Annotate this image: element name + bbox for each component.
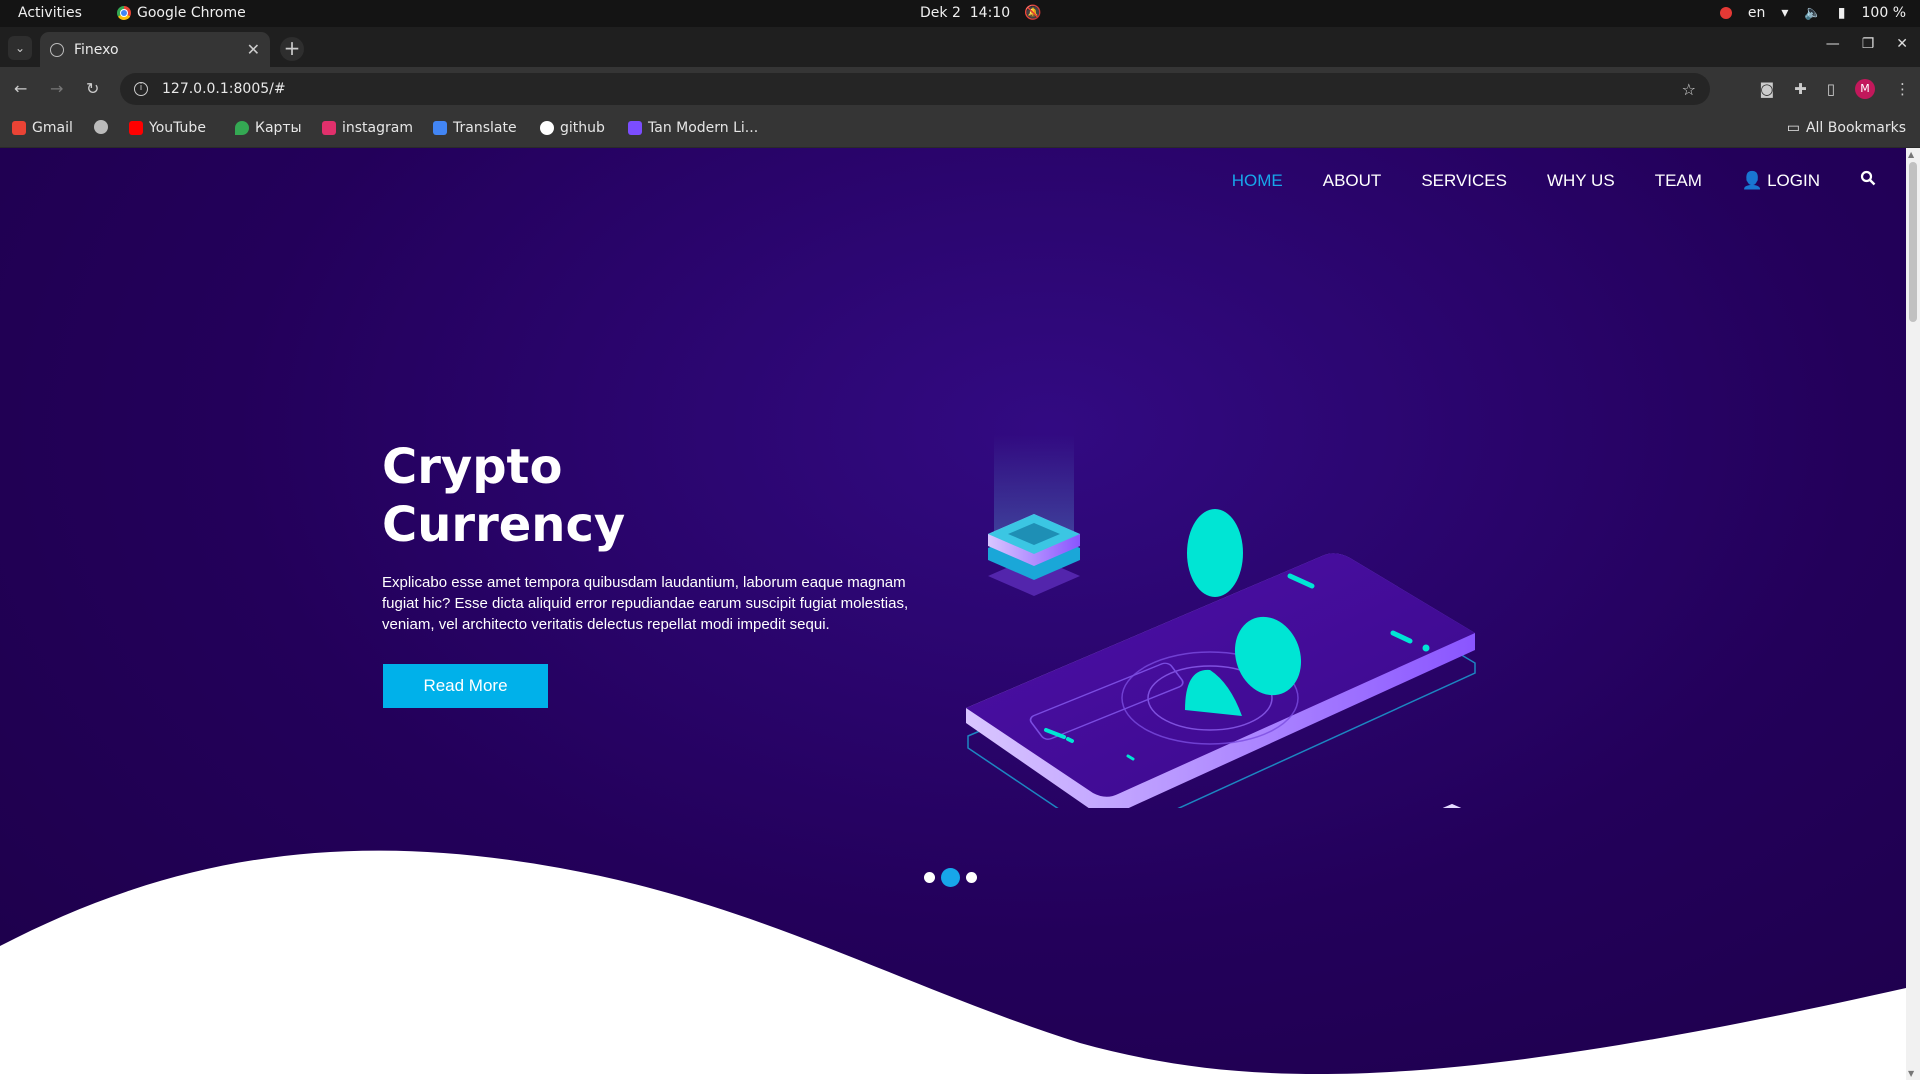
- close-window-icon[interactable]: ✕: [1896, 36, 1908, 52]
- user-icon: 👤: [1741, 170, 1764, 190]
- battery-icon: ▮: [1837, 5, 1846, 21]
- url-text[interactable]: 127.0.0.1:8005/#: [162, 81, 286, 97]
- folder-icon: ▭: [1786, 120, 1800, 136]
- address-bar[interactable]: i 127.0.0.1:8005/# ☆: [120, 73, 1710, 105]
- bookmark-translate[interactable]: Translate: [433, 120, 517, 136]
- bookmark-github[interactable]: github: [540, 120, 605, 136]
- app-name: Google Chrome: [137, 5, 246, 21]
- page-viewport: HOME ABOUT SERVICES WHY US TEAM 👤 LOGIN C…: [0, 148, 1906, 1080]
- bookmark-instagram[interactable]: instagram: [322, 120, 413, 136]
- notifications-off-icon: 🔕: [1024, 5, 1042, 21]
- tab-strip: ⌄ Finexo ✕ + — ❐ ✕: [0, 27, 1920, 67]
- wifi-icon: ▾: [1781, 5, 1789, 21]
- bookmark-gmail[interactable]: Gmail: [12, 120, 73, 136]
- translate-icon: [433, 121, 447, 135]
- instagram-icon: [322, 121, 336, 135]
- close-tab-icon[interactable]: ✕: [247, 40, 260, 59]
- globe-icon: [50, 42, 64, 57]
- all-bookmarks-button[interactable]: ▭ All Bookmarks: [1787, 120, 1906, 136]
- bookmarks-bar: Gmail YouTube Карты instagram Translate …: [0, 111, 1920, 148]
- site-info-icon[interactable]: i: [134, 82, 148, 96]
- bookmark-youtube[interactable]: YouTube: [129, 120, 206, 136]
- hero-description: Explicabo esse amet tempora quibusdam la…: [382, 574, 909, 633]
- bookmark-tan-modern[interactable]: Tan Modern Li...: [628, 120, 758, 136]
- window-controls: — ❐ ✕: [1826, 36, 1908, 52]
- browser-toolbar: ← → ↻ i 127.0.0.1:8005/# ☆ ◙ ✚ ▯ M ⋮: [0, 67, 1920, 111]
- minimize-icon[interactable]: —: [1826, 36, 1840, 52]
- record-indicator-icon: [1719, 7, 1732, 19]
- volume-icon: 🔈: [1804, 5, 1822, 21]
- scroll-up-icon[interactable]: ▲: [1908, 150, 1914, 159]
- nav-services[interactable]: SERVICES: [1421, 171, 1507, 191]
- chrome-icon: [117, 6, 131, 20]
- app-menu[interactable]: Google Chrome: [117, 5, 246, 21]
- nav-why-us[interactable]: WHY US: [1547, 171, 1615, 191]
- read-more-button[interactable]: Read More: [383, 664, 548, 708]
- restore-icon[interactable]: ❐: [1862, 36, 1875, 52]
- toolbar-icons: ◙ ✚ ▯ M ⋮: [1760, 79, 1910, 99]
- site-nav: HOME ABOUT SERVICES WHY US TEAM 👤 LOGIN: [1232, 170, 1876, 191]
- screen-capture-icon[interactable]: ◙: [1760, 80, 1775, 98]
- battery-level: 100 %: [1861, 5, 1906, 21]
- bookmark-globe[interactable]: [94, 120, 108, 134]
- hero-title: Crypto Currency: [382, 439, 626, 553]
- tan-modern-icon: [628, 121, 642, 135]
- clock[interactable]: Dek 2 14:10 🔕: [920, 5, 1042, 21]
- gmail-icon: [12, 121, 26, 135]
- github-icon: [540, 121, 554, 135]
- forward-arrow-icon[interactable]: →: [50, 79, 63, 98]
- nav-login[interactable]: 👤 LOGIN: [1742, 171, 1820, 191]
- nav-home[interactable]: HOME: [1232, 171, 1283, 191]
- crypto-phone-illustration: [966, 434, 1476, 808]
- time: 14:10: [969, 5, 1011, 21]
- os-top-bar: Activities Google Chrome Dek 2 14:10 🔕 e…: [0, 0, 1920, 27]
- new-tab-button[interactable]: +: [280, 37, 304, 61]
- scrollbar-thumb[interactable]: [1909, 162, 1917, 322]
- search-icon[interactable]: [1860, 170, 1876, 191]
- extensions-icon[interactable]: ✚: [1794, 80, 1807, 98]
- system-tray[interactable]: en ▾ 🔈 ▮ 100 %: [1719, 5, 1906, 21]
- date: Dek 2: [920, 5, 961, 21]
- scroll-down-icon[interactable]: ▼: [1908, 1069, 1914, 1078]
- globe-icon: [94, 120, 108, 134]
- language-indicator[interactable]: en: [1748, 5, 1766, 21]
- maps-icon: [235, 121, 249, 135]
- tab-finexo[interactable]: Finexo ✕: [40, 32, 270, 67]
- tab-title: Finexo: [74, 41, 119, 58]
- bookmark-maps[interactable]: Карты: [235, 120, 302, 136]
- tab-search-button[interactable]: ⌄: [8, 36, 32, 60]
- nav-team[interactable]: TEAM: [1655, 171, 1702, 191]
- bookmark-star-icon[interactable]: ☆: [1682, 80, 1696, 99]
- nav-about[interactable]: ABOUT: [1323, 171, 1382, 191]
- reload-icon[interactable]: ↻: [86, 79, 99, 98]
- profile-avatar[interactable]: M: [1855, 79, 1875, 99]
- side-panel-icon[interactable]: ▯: [1827, 80, 1835, 98]
- page-scrollbar[interactable]: ▲ ▼: [1906, 148, 1920, 1080]
- youtube-icon: [129, 121, 143, 135]
- back-arrow-icon[interactable]: ←: [14, 79, 27, 98]
- wave-divider: [0, 850, 1906, 1080]
- menu-kebab-icon[interactable]: ⋮: [1895, 80, 1910, 98]
- activities-button[interactable]: Activities: [18, 5, 82, 21]
